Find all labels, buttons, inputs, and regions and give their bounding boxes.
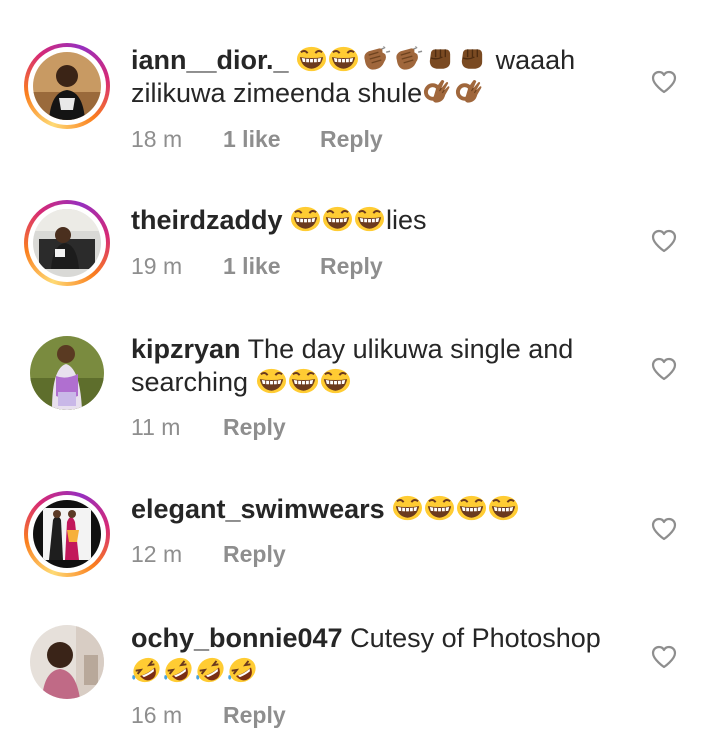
avatar-photo bbox=[30, 625, 104, 699]
comment-username[interactable]: iann__dior._ bbox=[131, 45, 289, 75]
comment-timestamp: 18 m bbox=[131, 126, 183, 152]
comment-text: zilikuwa zimeenda shule bbox=[131, 78, 423, 108]
comment-content: iann__dior._ waaah zilikuwa zimeenda shu… bbox=[131, 44, 631, 110]
avatar-photo bbox=[30, 336, 104, 410]
heart-outline-icon[interactable] bbox=[651, 645, 677, 669]
clap-emoji-icon bbox=[392, 46, 423, 72]
comment-line: kipzryan The day ulikuwa single and bbox=[131, 333, 631, 366]
rofl-emoji-icon bbox=[163, 657, 194, 683]
reply-button[interactable]: Reply bbox=[320, 253, 383, 280]
comment-timestamp: 11 m bbox=[131, 414, 181, 440]
comment-username[interactable]: ochy_bonnie047 bbox=[131, 623, 343, 653]
heart-outline-icon[interactable] bbox=[651, 229, 677, 253]
comment-text: The day ulikuwa single and bbox=[247, 334, 574, 364]
grin-laugh-emoji-icon bbox=[290, 206, 321, 232]
comment-text: lies bbox=[386, 205, 427, 235]
ok-hand-emoji-icon bbox=[422, 79, 453, 105]
comment-like-count[interactable]: 1 like bbox=[223, 253, 320, 280]
grin-laugh-emoji-icon bbox=[328, 46, 359, 72]
comment-username[interactable]: kipzryan bbox=[131, 334, 241, 364]
grin-laugh-emoji-icon bbox=[296, 46, 327, 72]
comment-meta: 16 m Reply bbox=[131, 702, 286, 729]
comment-text: searching bbox=[131, 367, 249, 397]
avatar[interactable] bbox=[24, 491, 110, 577]
comment-content: elegant_swimwears bbox=[131, 493, 631, 526]
grin-laugh-emoji-icon bbox=[320, 368, 351, 394]
grin-laugh-emoji-icon bbox=[424, 495, 455, 521]
comment-timestamp: 16 m bbox=[131, 702, 183, 728]
comment-meta: 19 m 1 like Reply bbox=[131, 253, 383, 280]
comment-meta: 11 m Reply bbox=[131, 414, 286, 441]
avatar[interactable] bbox=[24, 200, 110, 286]
comment-timestamp: 19 m bbox=[131, 253, 183, 279]
reply-button[interactable]: Reply bbox=[320, 126, 383, 153]
grin-laugh-emoji-icon bbox=[322, 206, 353, 232]
avatar-photo bbox=[33, 500, 101, 568]
reply-button[interactable]: Reply bbox=[223, 414, 286, 441]
grin-laugh-emoji-icon bbox=[456, 495, 487, 521]
comment-meta: 12 m Reply bbox=[131, 541, 286, 568]
fist-emoji-icon bbox=[424, 46, 455, 72]
grin-laugh-emoji-icon bbox=[288, 368, 319, 394]
heart-outline-icon[interactable] bbox=[651, 517, 677, 541]
avatar-photo bbox=[33, 209, 101, 277]
comment-line: zilikuwa zimeenda shule bbox=[131, 77, 631, 110]
avatar[interactable] bbox=[24, 43, 110, 129]
comment-line: iann__dior._ waaah bbox=[131, 44, 631, 77]
grin-laugh-emoji-icon bbox=[354, 206, 385, 232]
comment-username[interactable]: elegant_swimwears bbox=[131, 494, 385, 524]
comment-line: elegant_swimwears bbox=[131, 493, 631, 526]
comment-line: theirdzaddy lies bbox=[131, 204, 631, 237]
rofl-emoji-icon bbox=[227, 657, 258, 683]
comment-text: waaah bbox=[495, 45, 576, 75]
avatar[interactable] bbox=[24, 619, 110, 705]
heart-outline-icon[interactable] bbox=[651, 70, 677, 94]
comment-content: theirdzaddy lies bbox=[131, 204, 631, 237]
heart-outline-icon[interactable] bbox=[651, 357, 677, 381]
avatar[interactable] bbox=[24, 330, 110, 416]
comment-like-count[interactable]: 1 like bbox=[223, 126, 320, 153]
comment-username[interactable]: theirdzaddy bbox=[131, 205, 283, 235]
grin-laugh-emoji-icon bbox=[256, 368, 287, 394]
comment-line: searching bbox=[131, 366, 631, 399]
grin-laugh-emoji-icon bbox=[488, 495, 519, 521]
rofl-emoji-icon bbox=[195, 657, 226, 683]
comment-timestamp: 12 m bbox=[131, 541, 183, 567]
avatar-photo bbox=[33, 52, 101, 120]
ok-hand-emoji-icon bbox=[454, 79, 485, 105]
comment-line: ochy_bonnie047 Cutesy of Photoshop bbox=[131, 622, 631, 655]
comment-content: kipzryan The day ulikuwa single and sear… bbox=[131, 333, 631, 399]
reply-button[interactable]: Reply bbox=[223, 702, 286, 729]
rofl-emoji-icon bbox=[131, 657, 162, 683]
grin-laugh-emoji-icon bbox=[392, 495, 423, 521]
comment-text: Cutesy of Photoshop bbox=[350, 623, 601, 653]
comment-meta: 18 m 1 like Reply bbox=[131, 126, 383, 153]
clap-emoji-icon bbox=[360, 46, 391, 72]
reply-button[interactable]: Reply bbox=[223, 541, 286, 568]
fist-emoji-icon bbox=[456, 46, 487, 72]
comment-line bbox=[131, 655, 631, 688]
comment-content: ochy_bonnie047 Cutesy of Photoshop bbox=[131, 622, 631, 688]
